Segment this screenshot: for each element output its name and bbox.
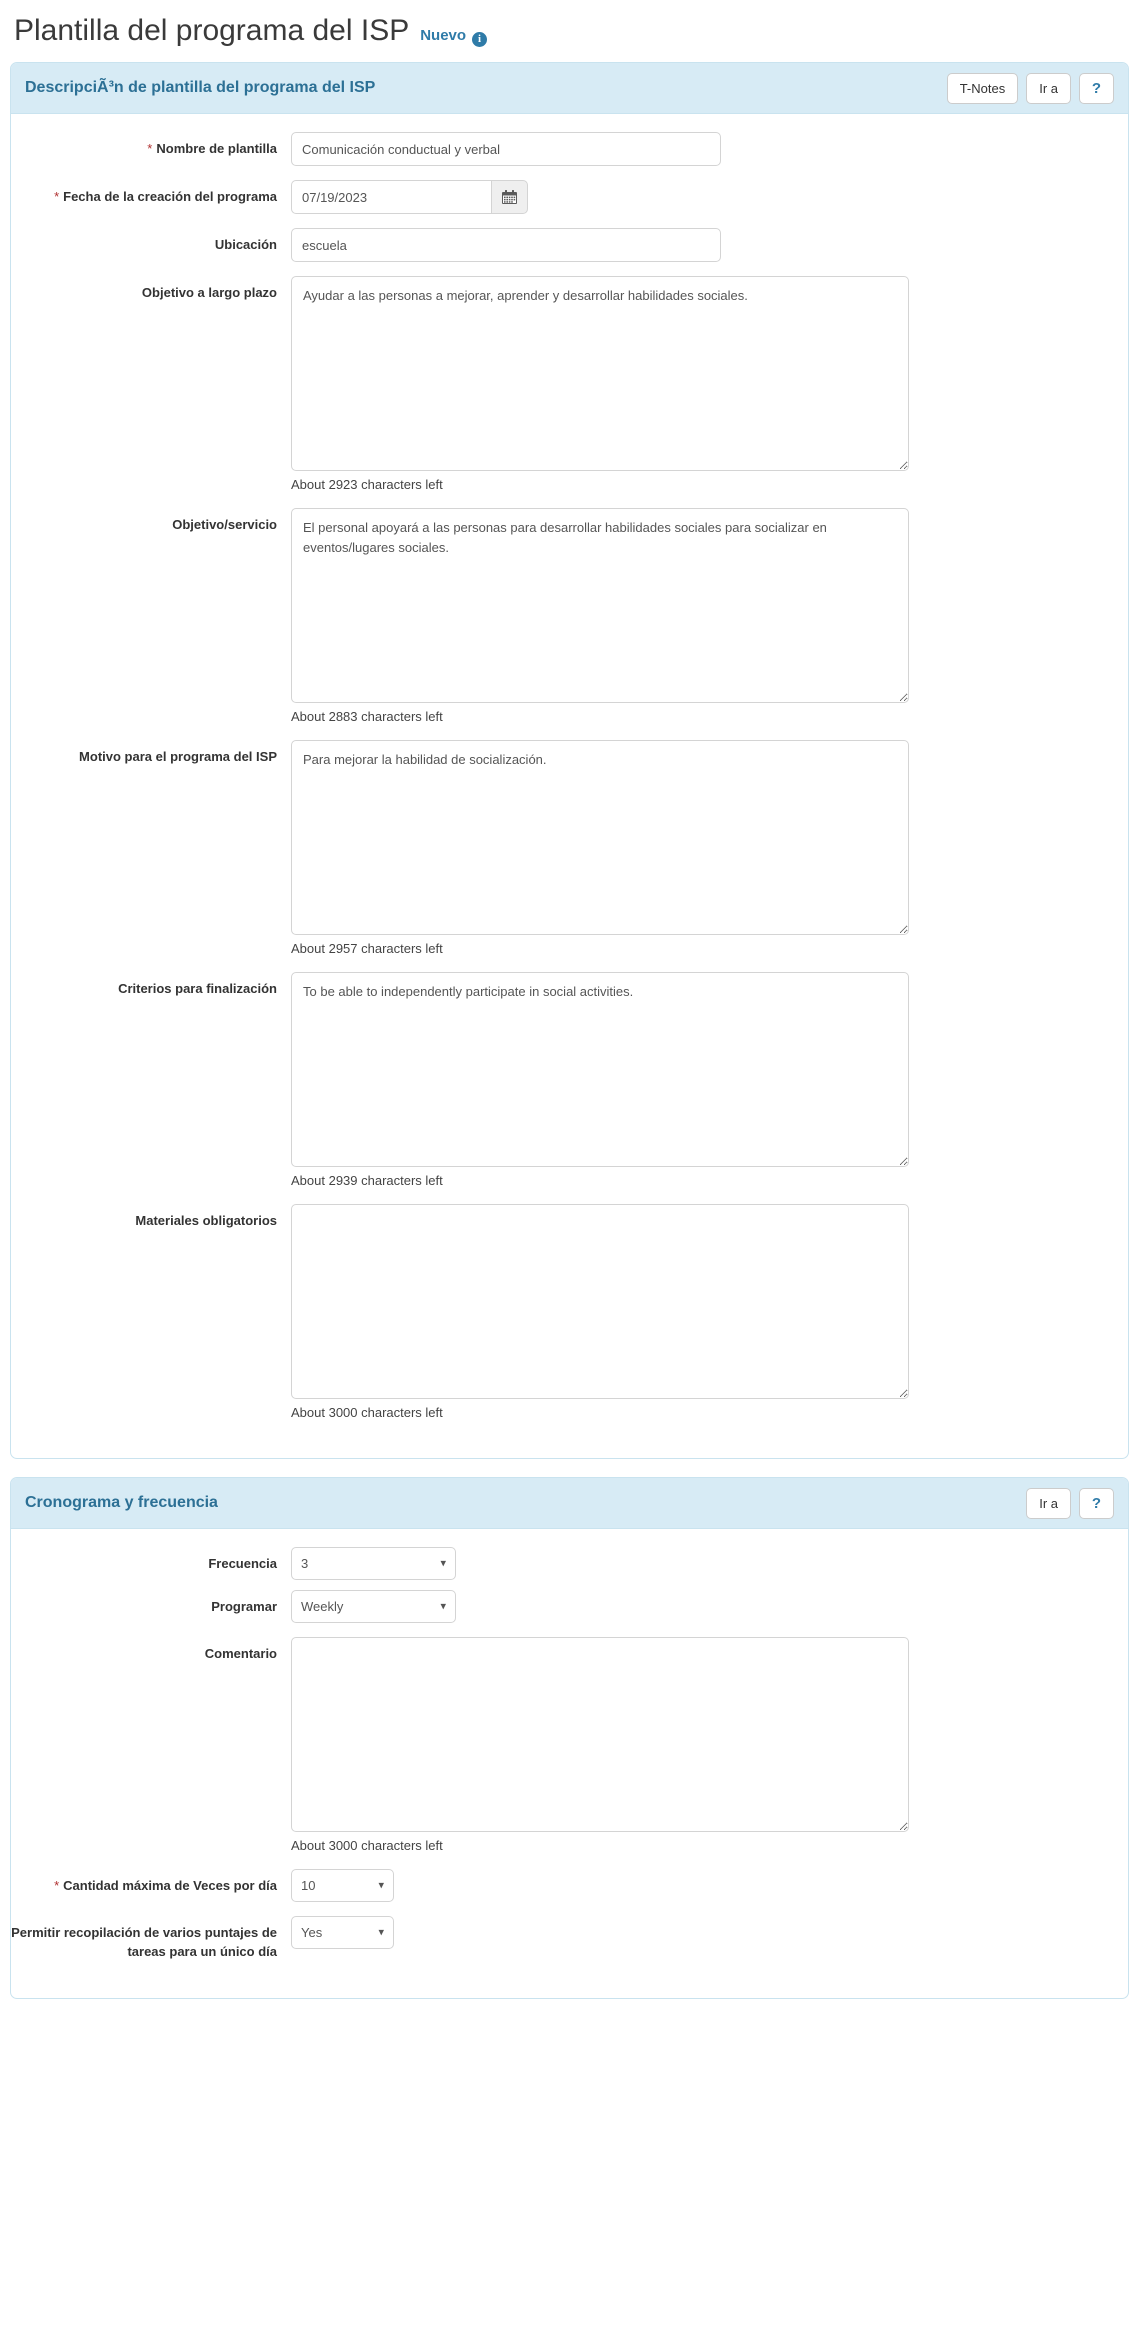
materials-counter: About 3000 characters left	[291, 1405, 443, 1420]
help-button[interactable]: ?	[1079, 1487, 1114, 1519]
panel-header-buttons: T-Notes Ir a ?	[946, 72, 1114, 104]
page-title: Plantilla del programa del ISP	[14, 14, 410, 47]
objective-service-textarea[interactable]: El personal apoyará a las personas para …	[291, 508, 909, 703]
go-to-button[interactable]: Ir a	[1026, 1487, 1071, 1519]
long-term-goal-counter: About 2923 characters left	[291, 477, 443, 492]
label-frequency: Frecuencia	[208, 1556, 277, 1571]
label-long-term-goal: Objetivo a largo plazo	[141, 285, 277, 300]
label-reason: Motivo para el programa del ISP	[79, 749, 277, 764]
label-objective-service: Objetivo/servicio	[172, 517, 277, 532]
panel-header-buttons: Ir a ?	[1026, 1487, 1114, 1519]
allow-multiple-scores-select[interactable]: Yes	[291, 1916, 394, 1949]
reason-textarea[interactable]: Para mejorar la habilidad de socializaci…	[291, 740, 909, 935]
label-text: Fecha de la creación del programa	[63, 189, 277, 204]
page-title-row: Plantilla del programa del ISP Nuevo i	[0, 0, 1139, 62]
materials-textarea[interactable]	[291, 1204, 909, 1399]
field-row-reason: Motivo para el programa del ISP Para mej…	[11, 740, 1128, 958]
field-row-allow-multiple-scores: Permitir recopilación de varios puntajes…	[11, 1916, 1128, 1962]
reason-counter: About 2957 characters left	[291, 941, 443, 956]
panel-title: Cronograma y frecuencia	[25, 1494, 218, 1511]
field-row-frequency: Frecuencia 3 ▾	[11, 1547, 1128, 1580]
label-max-times-per-day: * Cantidad máxima de Veces por día	[11, 1869, 291, 1896]
page-container: Plantilla del programa del ISP Nuevo i D…	[0, 0, 1139, 1999]
field-row-objective-service: Objetivo/servicio El personal apoyará a …	[11, 508, 1128, 726]
required-indicator: *	[54, 1878, 60, 1893]
panel-body: Frecuencia 3 ▾ Programar Weekly ▾ Coment…	[11, 1529, 1128, 1998]
new-badge: Nuevo	[420, 27, 467, 44]
label-text: Cantidad máxima de Veces por día	[63, 1878, 277, 1893]
label-location: Ubicación	[214, 237, 277, 252]
label-allow-multiple-scores: Permitir recopilación de varios puntajes…	[11, 1925, 277, 1959]
objective-service-counter: About 2883 characters left	[291, 709, 443, 724]
info-icon[interactable]: i	[472, 32, 488, 47]
schedule-select[interactable]: Weekly	[291, 1590, 456, 1623]
label-creation-date: * Fecha de la creación del programa	[11, 180, 291, 207]
comment-counter: About 3000 characters left	[291, 1838, 443, 1853]
go-to-button[interactable]: Ir a	[1026, 72, 1071, 104]
long-term-goal-textarea[interactable]: Ayudar a las personas a mejorar, aprende…	[291, 276, 909, 471]
criteria-counter: About 2939 characters left	[291, 1173, 443, 1188]
location-input[interactable]	[291, 228, 721, 262]
label-materials: Materiales obligatorios	[135, 1213, 277, 1228]
label-text: Nombre de plantilla	[156, 141, 277, 156]
field-row-comment: Comentario About 3000 characters left	[11, 1637, 1128, 1855]
panel-header: DescripciÃ³n de plantilla del programa d…	[11, 63, 1128, 114]
frequency-select-wrap: 3 ▾	[291, 1547, 456, 1580]
panel-isp-description: DescripciÃ³n de plantilla del programa d…	[10, 62, 1129, 1459]
t-notes-button[interactable]: T-Notes	[946, 72, 1019, 104]
required-indicator: *	[54, 189, 60, 204]
max-times-select-wrap: 10 ▾	[291, 1869, 394, 1902]
label-template-name: * Nombre de plantilla	[11, 132, 291, 159]
frequency-select[interactable]: 3	[291, 1547, 456, 1580]
field-row-materials: Materiales obligatorios About 3000 chara…	[11, 1204, 1128, 1422]
schedule-select-wrap: Weekly ▾	[291, 1590, 456, 1623]
field-row-creation-date: * Fecha de la creación del programa	[11, 180, 1128, 214]
panel-schedule-frequency: Cronograma y frecuencia Ir a ? Frecuenci…	[10, 1477, 1129, 1999]
field-row-criteria: Criterios para finalización To be able t…	[11, 972, 1128, 1190]
panel-header: Cronograma y frecuencia Ir a ?	[11, 1478, 1128, 1529]
field-row-max-times-per-day: * Cantidad máxima de Veces por día 10 ▾	[11, 1869, 1128, 1902]
date-field-group	[291, 180, 1128, 214]
field-row-long-term-goal: Objetivo a largo plazo Ayudar a las pers…	[11, 276, 1128, 494]
field-row-schedule: Programar Weekly ▾	[11, 1590, 1128, 1623]
required-indicator: *	[147, 141, 153, 156]
calendar-icon[interactable]	[491, 180, 528, 214]
panel-body: *Nombre de plantilla *Fecha de la creaci…	[11, 114, 1128, 1458]
allow-multiple-scores-select-wrap: Yes ▾	[291, 1916, 394, 1949]
max-times-per-day-select[interactable]: 10	[291, 1869, 394, 1902]
help-button[interactable]: ?	[1079, 72, 1114, 104]
panel-title: DescripciÃ³n de plantilla del programa d…	[25, 79, 376, 96]
label-schedule: Programar	[211, 1599, 277, 1614]
field-row-template-name: * Nombre de plantilla	[11, 132, 1128, 166]
template-name-input[interactable]	[291, 132, 721, 166]
label-criteria: Criterios para finalización	[118, 981, 277, 996]
creation-date-input[interactable]	[291, 180, 491, 214]
comment-textarea[interactable]	[291, 1637, 909, 1832]
field-row-location: Ubicación	[11, 228, 1128, 262]
criteria-textarea[interactable]: To be able to independently participate …	[291, 972, 909, 1167]
label-comment: Comentario	[204, 1646, 277, 1661]
